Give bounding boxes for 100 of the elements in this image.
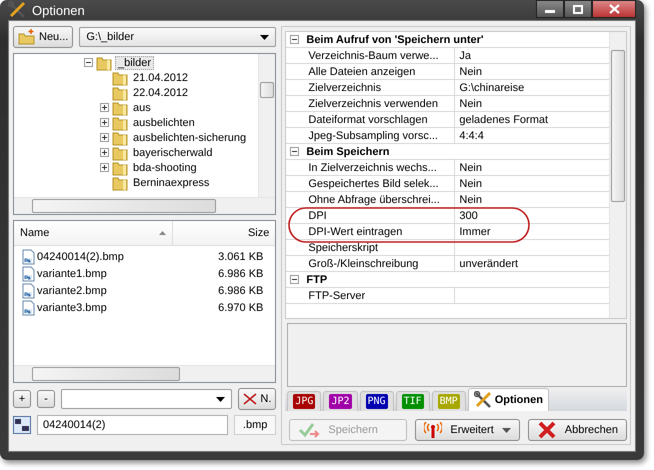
tree-item[interactable]: bda-shooting xyxy=(131,162,199,174)
property-value[interactable]: Nein xyxy=(459,66,482,78)
add-button[interactable]: + xyxy=(13,390,31,408)
window-title: Optionen xyxy=(32,2,85,18)
folder-icon xyxy=(112,144,128,160)
file-size: 6.986 KB xyxy=(217,284,264,296)
antenna-icon xyxy=(424,422,442,438)
check-icon xyxy=(298,422,320,438)
advanced-button[interactable]: Erweitert xyxy=(415,419,520,441)
collapse-icon[interactable] xyxy=(84,58,93,67)
column-header[interactable]: Name xyxy=(20,227,50,239)
maximize-icon xyxy=(573,4,583,14)
file-name[interactable]: variante1.bmp xyxy=(37,268,107,280)
close-icon xyxy=(608,4,620,14)
tree-item[interactable]: ausbelichten xyxy=(131,116,197,128)
filter-combo[interactable] xyxy=(61,389,232,409)
expand-icon[interactable] xyxy=(100,118,109,127)
folder-icon xyxy=(96,54,112,70)
document-icon xyxy=(22,282,35,298)
folder-icon xyxy=(112,174,128,190)
category-header: Beim Aufruf von 'Speichern unter' xyxy=(305,32,484,47)
dropdown-arrow-icon xyxy=(260,34,270,40)
property-value[interactable]: Ja xyxy=(459,50,471,62)
file-name[interactable]: variante3.bmp xyxy=(37,302,107,314)
property-name: Speicherskript xyxy=(302,240,456,255)
expand-icon[interactable] xyxy=(100,103,109,112)
tools-icon xyxy=(474,391,492,409)
folder-icon xyxy=(112,130,128,146)
property-value[interactable]: 300 xyxy=(459,210,478,222)
collapse-icon[interactable] xyxy=(290,35,299,44)
column-header[interactable]: Size xyxy=(248,227,270,239)
close-button[interactable] xyxy=(592,0,636,18)
property-name: Verzeichnis-Baum verwe... xyxy=(302,48,456,63)
document-icon xyxy=(22,248,35,264)
file-name[interactable]: 04240014(2).bmp xyxy=(37,250,124,262)
extension-label: .bmp xyxy=(234,415,276,435)
property-name: DPI-Wert eintragen xyxy=(302,224,456,239)
category-header: Beim Speichern xyxy=(305,144,390,159)
document-icon xyxy=(22,300,35,316)
property-name: Jpeg-Subsampling vorsc... xyxy=(302,128,456,143)
expand-icon[interactable] xyxy=(100,163,109,172)
property-value[interactable]: Nein xyxy=(459,98,482,110)
tree-item[interactable]: bayerischerwald xyxy=(131,146,214,158)
property-name: Zielverzeichnis xyxy=(302,80,456,95)
vertical-scrollbar[interactable] xyxy=(609,32,626,318)
path-combo[interactable]: G:\_bilder xyxy=(79,27,276,47)
tree-item[interactable]: 21.04.2012 xyxy=(131,72,190,84)
tab[interactable]: TIF xyxy=(396,391,430,411)
tree-item[interactable]: aus xyxy=(131,102,153,114)
property-name: FTP-Server xyxy=(302,288,456,303)
file-name-field[interactable]: 04240014(2) xyxy=(37,415,228,435)
property-value[interactable]: Immer xyxy=(459,226,491,238)
expand-icon[interactable] xyxy=(100,133,109,142)
tab[interactable]: Optionen xyxy=(468,388,549,411)
property-name: Ohne Abfrage überschrei... xyxy=(302,192,456,207)
close-icon xyxy=(536,421,557,439)
dropdown-arrow-icon xyxy=(216,396,226,402)
property-name: In Zielverzeichnis wechs... xyxy=(302,160,456,175)
horizontal-scrollbar[interactable] xyxy=(14,365,276,382)
minimize-button[interactable] xyxy=(536,0,564,18)
property-name: Zielverzeichnis verwenden xyxy=(302,96,456,111)
file-size: 6.986 KB xyxy=(217,268,264,280)
property-name: Dateiformat vorschlagen xyxy=(302,112,456,127)
horizontal-scrollbar[interactable] xyxy=(14,197,276,214)
property-name: Alle Dateien anzeigen xyxy=(302,64,456,79)
close-icon xyxy=(243,393,258,405)
vertical-scrollbar[interactable] xyxy=(258,54,276,197)
property-value[interactable]: unverändert xyxy=(459,258,518,270)
collapse-icon[interactable] xyxy=(290,275,299,284)
tab[interactable]: JP2 xyxy=(323,391,358,411)
collapse-icon[interactable] xyxy=(290,147,299,156)
category-header: FTP xyxy=(305,272,328,287)
tree-item[interactable]: ausbelichten-sicherung xyxy=(131,132,248,144)
document-icon xyxy=(22,266,35,282)
delete-button[interactable]: N. xyxy=(238,388,276,410)
maximize-button[interactable] xyxy=(564,0,592,18)
cancel-button[interactable]: Abbrechen xyxy=(528,419,627,441)
property-name: DPI xyxy=(302,208,456,223)
property-value[interactable]: Nein xyxy=(459,178,482,190)
remove-button[interactable]: - xyxy=(37,390,55,408)
tools-icon xyxy=(8,1,26,19)
property-value[interactable]: Nein xyxy=(459,194,482,206)
property-value[interactable]: Nein xyxy=(459,162,482,174)
property-value[interactable]: 4:4:4 xyxy=(459,130,484,142)
property-value[interactable]: G:\chinareise xyxy=(459,82,524,94)
tree-item[interactable]: Berninaexpress xyxy=(131,176,212,188)
tree-item[interactable]: 22.04.2012 xyxy=(131,86,190,98)
new-folder-button[interactable]: Neu... xyxy=(13,26,74,48)
file-size: 6.970 KB xyxy=(217,302,264,314)
tab[interactable]: JPG xyxy=(287,391,322,411)
new-folder-icon xyxy=(18,29,36,45)
tree-item[interactable]: _bilder xyxy=(115,56,154,70)
file-size: 3.061 KB xyxy=(217,250,264,262)
file-name[interactable]: variante2.bmp xyxy=(37,284,107,296)
tab[interactable]: PNG xyxy=(360,391,394,411)
folder-icon xyxy=(112,84,128,100)
property-name: Gespeichertes Bild selek... xyxy=(302,176,456,191)
caret-icon xyxy=(502,428,511,432)
property-value[interactable]: geladenes Format xyxy=(459,114,548,126)
expand-icon[interactable] xyxy=(100,148,109,157)
